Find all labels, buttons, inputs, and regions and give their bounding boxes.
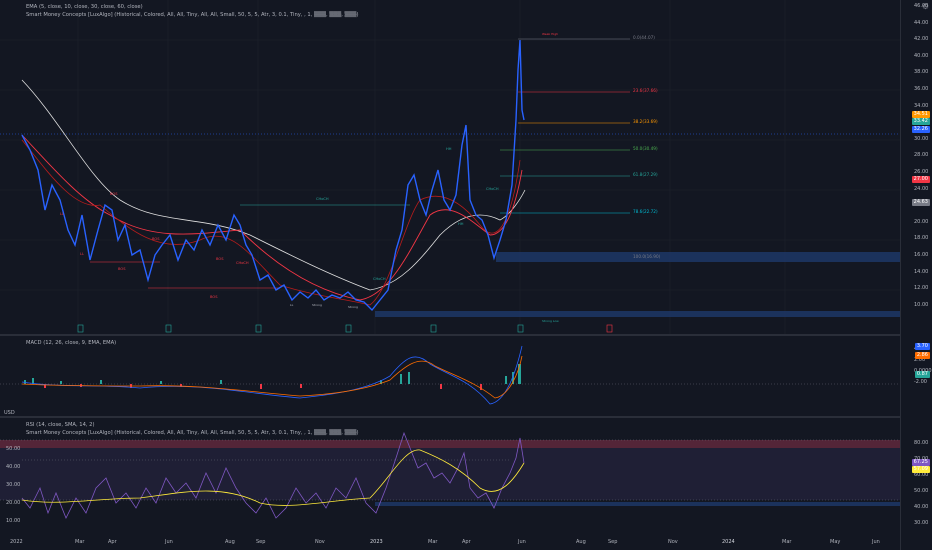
price-badge: 24.63 — [911, 199, 930, 206]
svg-text:BOS: BOS — [216, 257, 224, 261]
rsi-axis-tick: 30.00 — [914, 520, 929, 526]
fib-label-236: 23.6(37.66) — [633, 88, 658, 93]
svg-text:CHoCH: CHoCH — [486, 187, 499, 191]
rsi-axis-tick: 40.00 — [914, 504, 929, 510]
rsi-left-axis-tick: 50.00 — [6, 446, 21, 452]
price-axis-tick: 26.00 — [914, 169, 929, 175]
time-axis-label: Jun — [518, 539, 526, 545]
time-axis-label: Nov — [315, 539, 325, 545]
price-axis-tick: 20.00 — [914, 218, 929, 225]
fib-label-618: 61.8(27.29) — [633, 172, 658, 177]
macd-canvas — [0, 345, 900, 405]
rsi-left-axis-tick: 40.00 — [6, 464, 21, 470]
time-axis-label: Apr — [462, 539, 471, 545]
svg-text:LL: LL — [60, 212, 64, 216]
price-badge: 32.26 — [911, 126, 930, 133]
macd-legend[interactable]: MACD (12, 26, close, 9, EMA, EMA) — [26, 339, 116, 348]
price-axis-tick: 28.00 — [914, 152, 929, 159]
time-axis-label: Jun — [872, 539, 880, 545]
fib-label-0: 0.0(44.07) — [633, 35, 655, 40]
svg-text:HH: HH — [458, 222, 464, 226]
price-axis-tick: 12.00 — [914, 285, 929, 292]
price-axis-tick: 30.00 — [914, 135, 929, 142]
time-axis-label: Mar — [782, 539, 792, 545]
price-axis-tick: 36.00 — [914, 86, 929, 92]
time-axis-label: Apr — [108, 539, 117, 545]
svg-text:LL: LL — [290, 303, 294, 307]
price-axis-tick: 34.00 — [914, 102, 929, 109]
demand-zone — [496, 252, 900, 262]
time-axis-label: 2024 — [722, 539, 735, 545]
svg-text:BOS: BOS — [118, 267, 126, 271]
fib-label-382: 38.2(33.69) — [633, 119, 658, 124]
svg-text:Weak High: Weak High — [542, 32, 558, 36]
rsi-axis-tick: 50.00 — [914, 488, 929, 494]
time-axis-label: Mar — [428, 539, 438, 545]
svg-text:CHoCH: CHoCH — [236, 261, 249, 265]
time-axis-label: Aug — [225, 539, 235, 545]
fib-label-100: 100.0(16.90) — [633, 254, 661, 259]
time-axis-label: May — [830, 539, 841, 545]
rsi-axis-tick: 80.00 — [914, 440, 929, 446]
price-axis-tick: 42.00 — [914, 36, 929, 43]
svg-text:LL: LL — [80, 252, 84, 256]
rsi-smc-legend[interactable]: Smart Money Concepts [LuxAlgo] (Historic… — [26, 429, 359, 438]
time-axis-label: Mar — [75, 539, 85, 545]
fib-label-50: 50.0(30.49) — [633, 146, 658, 151]
svg-text:BOS: BOS — [210, 295, 218, 299]
currency-label: USD — [4, 410, 15, 416]
svg-text:BOS: BOS — [152, 237, 160, 241]
price-axis-tick: 18.00 — [914, 235, 929, 242]
time-axis-label: Sep — [608, 539, 618, 545]
price-axis-tick: 10.00 — [914, 301, 929, 308]
price-axis-tick: 38.00 — [914, 69, 929, 76]
price-badge: 27.00 — [911, 176, 930, 183]
svg-text:BOS: BOS — [110, 192, 118, 196]
svg-text:Strong Low: Strong Low — [542, 319, 559, 323]
smc-legend[interactable]: Smart Money Concepts [LuxAlgo] (Historic… — [26, 11, 359, 20]
fib-label-786: 78.6(22.72) — [633, 209, 658, 214]
rsi-left-axis-tick: 10.00 — [6, 518, 21, 524]
rsi-badge: 57.09 — [911, 466, 930, 473]
rsi-left-axis-tick: 30.00 — [6, 482, 21, 488]
svg-text:CHoCH: CHoCH — [316, 197, 329, 201]
price-axis-tick: 16.00 — [914, 252, 929, 258]
macd-badge: 0.87 — [914, 371, 930, 378]
time-axis-label: Jun — [165, 539, 173, 545]
macd-axis-tick: -2.00 — [914, 379, 927, 385]
rsi-pane[interactable]: RSI (14, close, SMA, 14, 2) Smart Money … — [0, 410, 900, 534]
time-axis-label: Sep — [256, 539, 266, 545]
price-badge: 33.42 — [911, 118, 930, 125]
price-chart-pane[interactable]: BOS LL LL BOS BOS BOS CHoCH BOS CHoCH CHoCH CHo… — [0, 0, 900, 334]
macd-badge: 3.70 — [914, 343, 930, 350]
price-axis-tick: 14.00 — [914, 268, 929, 275]
time-axis-label: 2023 — [370, 539, 383, 545]
macd-pane[interactable]: MACD (12, 26, close, 9, EMA, EMA) — [0, 336, 900, 416]
time-axis-label: Nov — [668, 539, 678, 545]
price-badge: 34.51 — [911, 111, 930, 118]
price-axis-tick: 44.00 — [914, 19, 929, 26]
svg-text:Strong: Strong — [348, 305, 358, 309]
svg-text:HH: HH — [446, 147, 452, 151]
price-axis-tick: 24.00 — [914, 185, 929, 192]
svg-text:Strong: Strong — [312, 303, 322, 307]
demand-zone-low — [375, 311, 900, 317]
price-axis-tick: 40.00 — [914, 52, 929, 59]
time-axis-label: Aug — [576, 539, 586, 545]
svg-text:CHoCH: CHoCH — [373, 277, 386, 281]
macd-badge: 2.86 — [914, 352, 930, 359]
rsi-badge: 67.25 — [911, 459, 930, 466]
price-chart-canvas: BOS LL LL BOS BOS BOS CHoCH BOS CHoCH CHoCH CHo… — [0, 0, 900, 334]
price-axis-tick: 46.00 — [914, 3, 929, 9]
rsi-left-axis-tick: 20.00 — [6, 500, 21, 506]
time-axis-label: 2022 — [10, 539, 23, 545]
